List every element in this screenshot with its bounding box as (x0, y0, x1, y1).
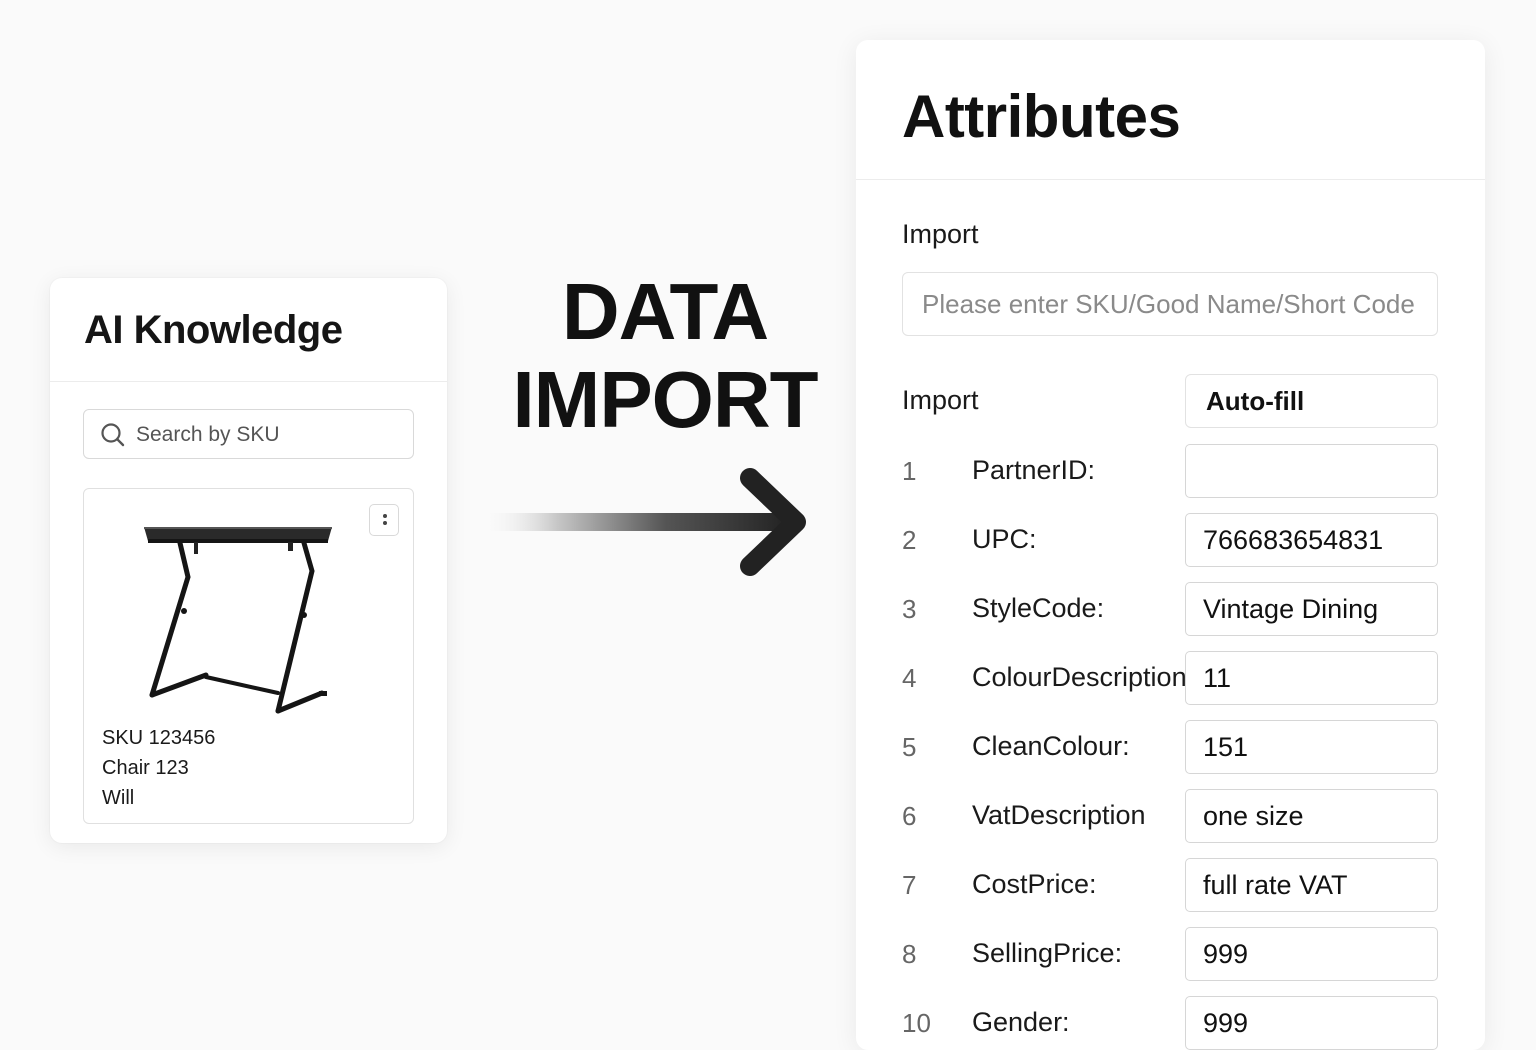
row-label: VatDescription (972, 800, 1146, 830)
data-import-headline: DATA IMPORT (500, 268, 830, 444)
autofill-row-label: Import (902, 385, 979, 415)
attribute-value-field[interactable]: 999 (1185, 996, 1438, 1050)
search-box[interactable] (83, 409, 414, 460)
attribute-value-field[interactable]: 151 (1185, 720, 1438, 774)
row-label: PartnerID: (972, 455, 1096, 485)
row-label: Gender: (972, 1007, 1070, 1037)
headline-line-2: IMPORT (512, 355, 818, 444)
attribute-value-field[interactable]: 766683654831 (1185, 513, 1438, 567)
row-label: SellingPrice: (972, 938, 1123, 968)
divider (50, 381, 447, 382)
ai-knowledge-card: AI Knowledge SKU 123456 (50, 278, 447, 843)
row-number: 5 (902, 732, 917, 762)
row-number: 4 (902, 663, 917, 693)
card-title: AI Knowledge (84, 308, 343, 352)
row-label: CleanColour: (972, 731, 1130, 761)
row-label: ColourDescription (972, 662, 1187, 692)
row-number: 2 (902, 525, 917, 555)
right-arrow-icon (478, 468, 806, 576)
row-number: 1 (902, 456, 917, 486)
attribute-value-field[interactable]: one size (1185, 789, 1438, 843)
panel-title: Attributes (902, 83, 1181, 150)
row-label: UPC: (972, 524, 1037, 554)
product-sku: SKU 123456 (102, 727, 216, 749)
import-search-input[interactable] (902, 272, 1438, 336)
row-number: 7 (902, 870, 917, 900)
attribute-value-field[interactable]: 999 (1185, 927, 1438, 981)
row-label: StyleCode: (972, 593, 1105, 623)
row-number: 3 (902, 594, 917, 624)
attribute-value-field[interactable]: 11 (1185, 651, 1438, 705)
search-icon (101, 423, 125, 447)
more-vertical-icon[interactable] (369, 504, 399, 536)
import-label: Import (902, 219, 979, 249)
attribute-value-field[interactable] (1185, 444, 1438, 498)
product-card[interactable]: SKU 123456 Chair 123 Will (83, 488, 414, 824)
attributes-panel: Attributes Import Import Auto-fill 1 Part… (856, 40, 1485, 1050)
auto-fill-button[interactable]: Auto-fill (1185, 374, 1438, 428)
search-input[interactable] (134, 410, 408, 460)
attribute-value-field[interactable]: full rate VAT (1185, 858, 1438, 912)
attribute-value-field[interactable]: Vintage Dining (1185, 582, 1438, 636)
product-info: SKU 123456 Chair 123 Will (102, 723, 215, 813)
standing-desk-image (144, 527, 332, 714)
row-number: 6 (902, 801, 917, 831)
row-number: 8 (902, 939, 917, 969)
row-label: CostPrice: (972, 869, 1097, 899)
divider (856, 179, 1485, 180)
product-owner: Will (102, 787, 135, 809)
headline-line-1: DATA (561, 267, 769, 356)
product-name: Chair 123 (102, 757, 189, 779)
